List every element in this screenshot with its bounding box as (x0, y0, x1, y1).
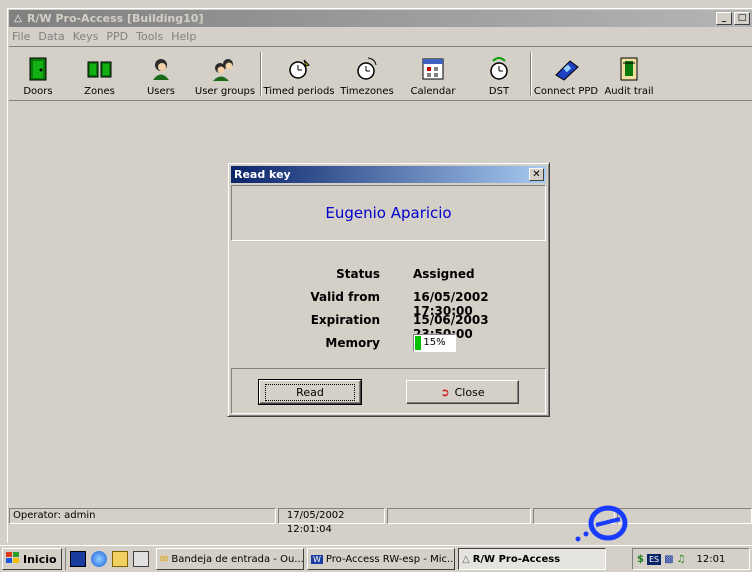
word-icon: W (311, 554, 323, 564)
close-button[interactable]: ➲ Close (406, 380, 519, 404)
toolbar-zones-label: Zones (84, 86, 115, 97)
read-key-dialog: Read key ✕ Eugenio Aparicio Status Assig… (227, 162, 550, 417)
volume-icon[interactable]: ♫ (677, 554, 686, 565)
watermark-logo (568, 503, 638, 546)
toolbar-user-groups-button[interactable]: User groups (190, 47, 260, 100)
menu-bar: File Data Keys PPD Tools Help (9, 28, 752, 45)
toolbar-audit-trail-button[interactable]: Audit trail (600, 47, 658, 100)
dialog-titlebar[interactable]: Read key ✕ (231, 166, 546, 183)
memory-label: Memory (325, 336, 380, 350)
exit-icon: ➲ (440, 385, 450, 399)
zones-icon (85, 56, 115, 82)
key-info: Status Assigned Valid from 16/05/2002 17… (228, 263, 549, 355)
close-button-label: Close (454, 385, 485, 399)
status-datetime: 17/05/2002 12:01:04 (277, 508, 386, 535)
toolbar-zones-button[interactable]: Zones (67, 47, 132, 100)
taskbar-item-word[interactable]: W Pro-Access RW-esp - Mic... (307, 548, 455, 570)
toolbar-users-label: Users (146, 86, 175, 97)
toolbar-doors-button[interactable]: Doors (9, 47, 67, 100)
audit-trail-icon (614, 56, 644, 82)
clock-icon (352, 56, 382, 82)
dialog-title: Read key (234, 168, 291, 181)
toolbar-connect-ppd-label: Connect PPD (533, 86, 599, 97)
expiration-label: Expiration (310, 313, 380, 327)
toolbar-doors-label: Doors (23, 86, 53, 97)
menu-file[interactable]: File (12, 30, 30, 43)
key-owner-name: Eugenio Aparicio (231, 185, 546, 241)
dst-clock-icon (484, 56, 514, 82)
dialog-button-area: Read ➲ Close (231, 368, 546, 414)
toolbar-timed-periods-button[interactable]: Timed periods (262, 47, 336, 100)
windows-logo-icon (6, 551, 20, 567)
desktop-icon[interactable] (70, 551, 86, 567)
expiration-row: Expiration 15/06/2003 23:50:00 (228, 309, 549, 341)
status-label: Status (336, 267, 380, 281)
start-button[interactable]: Inicio (2, 548, 62, 570)
browser-icon[interactable] (91, 551, 107, 567)
toolbar-users-button[interactable]: Users (132, 47, 190, 100)
valid-from-label: Valid from (310, 290, 380, 304)
app-icon: △ (14, 12, 22, 24)
toolbar-audit-trail-label: Audit trail (604, 86, 654, 97)
clock-icon (284, 56, 314, 82)
maximize-button[interactable]: □ (734, 12, 750, 25)
menu-tools[interactable]: Tools (136, 30, 163, 43)
toolbar-calendar-label: Calendar (410, 86, 456, 97)
status-panel-empty (387, 508, 531, 524)
desktop: △ R/W Pro-Access [Building10] _ □ File D… (0, 0, 752, 572)
window-titlebar[interactable]: △ R/W Pro-Access [Building10] _ □ (9, 10, 752, 27)
outlook-icon[interactable] (112, 551, 128, 567)
start-label: Inicio (23, 552, 57, 566)
network-icon[interactable]: ▩ (664, 554, 673, 565)
menu-help[interactable]: Help (171, 30, 196, 43)
window-title: R/W Pro-Access [Building10] (27, 12, 204, 25)
toolbar-timed-periods-label: Timed periods (263, 86, 335, 97)
status-bar: Operator: admin 17/05/2002 12:01:04 (9, 508, 752, 535)
menu-ppd[interactable]: PPD (106, 30, 128, 43)
system-tray: $ ES ▩ ♫ 12:01 (632, 548, 750, 570)
toolbar: Doors Zones Users User groups Timed peri… (9, 46, 752, 101)
taskbar-item-pro-access[interactable]: △ R/W Pro-Access (458, 548, 606, 570)
toolbar-user-groups-label: User groups (194, 86, 256, 97)
minimize-button[interactable]: _ (716, 12, 732, 25)
toolbar-connect-ppd-button[interactable]: Connect PPD (532, 47, 600, 100)
taskbar-item-label: R/W Pro-Access (472, 553, 561, 565)
app-icon: △ (462, 553, 470, 565)
status-operator: Operator: admin (9, 508, 276, 524)
read-button[interactable]: Read (258, 379, 362, 405)
toolbar-timezones-label: Timezones (340, 86, 394, 97)
ppd-device-icon (551, 56, 581, 82)
memory-percent: 15% (423, 337, 446, 348)
taskbar: Inicio ✉ Bandeja de entrada - Ou... W Pr… (0, 545, 752, 572)
toolbar-calendar-button[interactable]: Calendar (398, 47, 468, 100)
toolbar-dst-label: DST (488, 86, 510, 97)
menu-data[interactable]: Data (38, 30, 64, 43)
inbox-icon: ✉ (160, 553, 169, 565)
language-indicator[interactable]: ES (646, 553, 662, 565)
menu-keys[interactable]: Keys (73, 30, 99, 43)
taskbar-item-label: Bandeja de entrada - Ou... (171, 553, 304, 565)
taskbar-item-label: Pro-Access RW-esp - Mic... (325, 553, 455, 565)
status-row: Status Assigned (228, 263, 549, 286)
quick-launch (65, 548, 153, 570)
dialog-close-icon[interactable]: ✕ (529, 168, 544, 181)
channels-icon[interactable] (133, 551, 149, 567)
tray-app-icon[interactable]: $ (637, 554, 644, 565)
memory-row: Memory 15% (228, 332, 549, 355)
taskbar-item-inbox[interactable]: ✉ Bandeja de entrada - Ou... (156, 548, 304, 570)
toolbar-dst-button[interactable]: DST (468, 47, 530, 100)
valid-from-row: Valid from 16/05/2002 17:30:00 (228, 286, 549, 318)
status-value: Assigned (413, 267, 475, 281)
door-icon (23, 56, 53, 82)
user-group-icon (210, 56, 240, 82)
user-icon (146, 56, 176, 82)
calendar-icon (418, 56, 448, 82)
memory-progress-bar: 15% (413, 334, 456, 352)
toolbar-timezones-button[interactable]: Timezones (336, 47, 398, 100)
clock[interactable]: 12:01 (697, 554, 726, 565)
read-button-label: Read (265, 383, 355, 401)
